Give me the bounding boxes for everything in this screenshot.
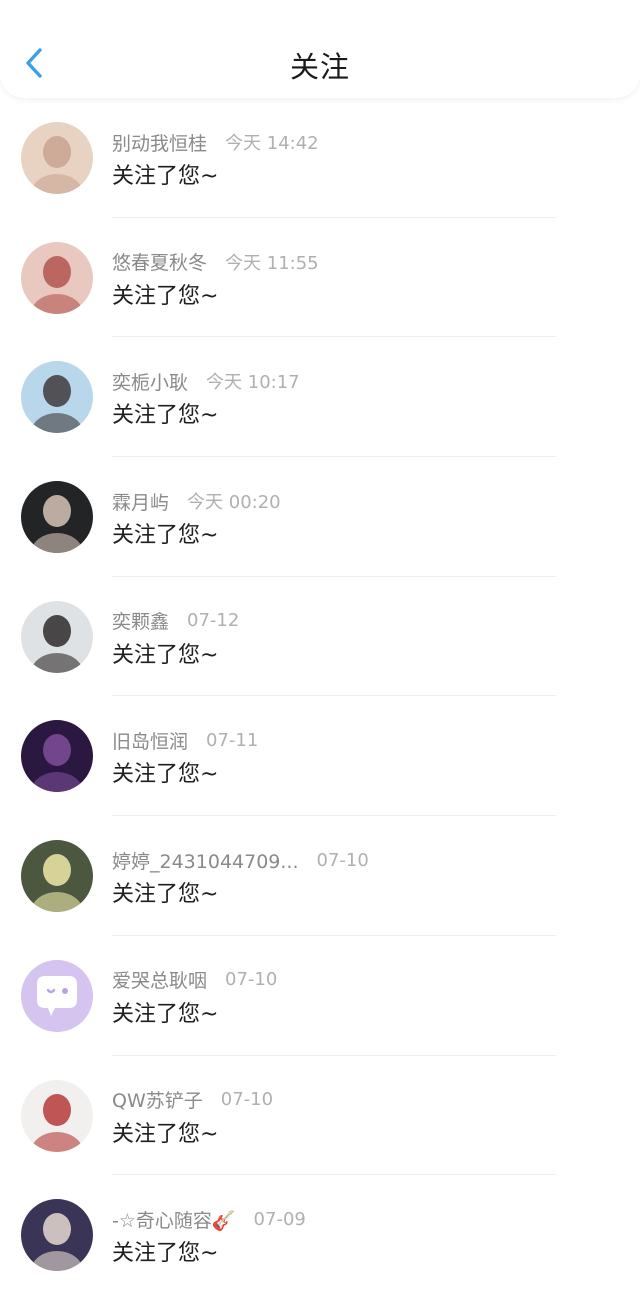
meta-line: 婷婷_2431044709... 07-10 — [112, 846, 369, 874]
avatar[interactable] — [21, 720, 93, 793]
meta-line: 爱哭总耿咽 07-10 — [112, 966, 277, 994]
user-name[interactable]: 悠春夏秋冬 — [112, 248, 207, 275]
notification-message: 关注了您~ — [112, 403, 219, 429]
notification-list: 别动我恒桂 今天 14:42 关注了您~ 悠春夏秋冬 今天 11:55 关注了您~ 奕栀小耿… — [0, 98, 640, 1292]
notification-message: 关注了您~ — [112, 642, 219, 668]
user-name[interactable]: 婷婷_2431044709... — [112, 847, 299, 874]
list-item[interactable]: 霖月屿 今天 00:20 关注了您~ — [0, 457, 640, 577]
notification-message: 关注了您~ — [112, 1121, 219, 1147]
list-item[interactable]: 婷婷_2431044709... 07-10 关注了您~ — [0, 816, 640, 936]
timestamp: 今天 10:17 — [206, 372, 300, 394]
user-name[interactable]: QW苏铲子 — [112, 1086, 203, 1113]
meta-line: 悠春夏秋冬 今天 11:55 — [112, 248, 319, 276]
notification-message: 关注了您~ — [112, 1001, 219, 1027]
timestamp: 07-10 — [225, 969, 278, 991]
user-photo-icon — [21, 1079, 93, 1152]
list-item[interactable]: 悠春夏秋冬 今天 11:55 关注了您~ — [0, 218, 640, 338]
top-nav-bar: 关注 — [0, 0, 640, 98]
list-item[interactable]: 别动我恒桂 今天 14:42 关注了您~ — [0, 98, 640, 218]
notification-message: 关注了您~ — [112, 523, 219, 549]
user-name[interactable]: 霖月屿 — [112, 488, 169, 515]
user-photo-icon — [21, 241, 93, 314]
notification-message: 关注了您~ — [112, 1241, 219, 1267]
list-item[interactable]: -☆奇心随容🎸 07-09 关注了您~ — [0, 1175, 640, 1292]
list-item[interactable]: 奕栀小耿 今天 10:17 关注了您~ — [0, 337, 640, 458]
meta-line: 旧岛恒润 07-11 — [112, 726, 258, 754]
user-photo-icon — [21, 122, 93, 194]
user-photo-icon — [21, 840, 93, 913]
avatar[interactable] — [21, 1079, 93, 1152]
meta-line: -☆奇心随容🎸 07-09 — [112, 1205, 306, 1233]
avatar[interactable] — [21, 840, 93, 913]
meta-line: 霖月屿 今天 00:20 — [112, 487, 281, 515]
user-photo-icon — [21, 720, 93, 793]
avatar[interactable] — [21, 959, 93, 1032]
avatar[interactable] — [21, 481, 93, 554]
meta-line: QW苏铲子 07-10 — [112, 1086, 273, 1114]
user-photo-icon — [21, 1199, 93, 1272]
user-name[interactable]: 别动我恒桂 — [112, 129, 207, 156]
meta-line: 别动我恒桂 今天 14:42 — [112, 128, 319, 156]
user-photo-icon — [21, 361, 93, 434]
list-item[interactable]: 奕颗鑫 07-12 关注了您~ — [0, 577, 640, 697]
notification-message: 关注了您~ — [112, 882, 219, 908]
avatar[interactable] — [21, 122, 93, 194]
notification-message: 关注了您~ — [112, 164, 219, 189]
page-title: 关注 — [289, 50, 350, 84]
chat-bubble-icon — [21, 959, 93, 1032]
user-name[interactable]: 奕栀小耿 — [112, 368, 188, 395]
timestamp: 今天 11:55 — [225, 252, 319, 274]
user-name[interactable]: 奕颗鑫 — [112, 607, 169, 634]
avatar[interactable] — [21, 600, 93, 673]
user-name[interactable]: 旧岛恒润 — [112, 727, 188, 754]
timestamp: 07-12 — [187, 610, 240, 632]
user-name[interactable]: 爱哭总耿咽 — [112, 966, 207, 993]
avatar[interactable] — [21, 241, 93, 314]
user-name[interactable]: -☆奇心随容🎸 — [112, 1206, 236, 1233]
timestamp: 07-11 — [206, 729, 259, 751]
list-item[interactable]: 爱哭总耿咽 07-10 关注了您~ — [0, 936, 640, 1056]
user-photo-icon — [21, 600, 93, 673]
meta-line: 奕栀小耿 今天 10:17 — [112, 367, 300, 395]
user-photo-icon — [21, 481, 93, 554]
timestamp: 07-10 — [316, 849, 369, 871]
notification-message: 关注了您~ — [112, 762, 219, 788]
timestamp: 今天 14:42 — [225, 133, 319, 154]
list-item[interactable]: 旧岛恒润 07-11 关注了您~ — [0, 696, 640, 817]
avatar[interactable] — [21, 361, 93, 434]
timestamp: 今天 00:20 — [187, 492, 281, 514]
avatar[interactable] — [21, 1199, 93, 1272]
notification-message: 关注了您~ — [112, 283, 219, 309]
meta-line: 奕颗鑫 07-12 — [112, 607, 239, 635]
timestamp: 07-10 — [220, 1089, 274, 1110]
timestamp: 07-09 — [253, 1208, 306, 1230]
list-item[interactable]: QW苏铲子 07-10 关注了您~ — [0, 1056, 640, 1176]
follow-notifications-page: 关注 别动我恒桂 今天 14:42 关注了您~ 悠春夏秋冬 今天 11:55 关注了您~ 奕… — [0, 0, 640, 1292]
